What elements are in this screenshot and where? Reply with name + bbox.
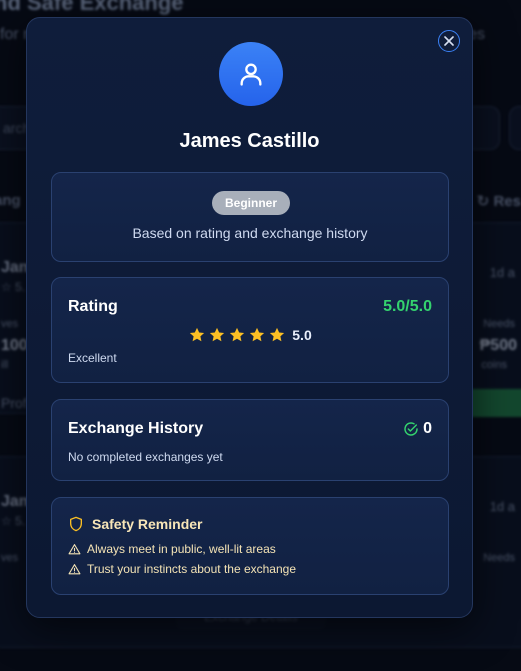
rating-score: 5.0/5.0 bbox=[383, 298, 432, 315]
tab-partial[interactable]: ang bbox=[0, 192, 21, 209]
rating-title: Rating bbox=[68, 298, 118, 315]
rating-stars: 5.0 bbox=[52, 326, 448, 344]
filter-button[interactable] bbox=[509, 106, 521, 150]
listing-time: 1d a bbox=[489, 265, 515, 280]
listing-needs-unit: coins bbox=[481, 359, 507, 371]
check-circle-icon bbox=[404, 422, 418, 436]
safety-title: Safety Reminder bbox=[92, 516, 203, 532]
warning-icon bbox=[68, 563, 81, 574]
shield-icon bbox=[70, 516, 82, 532]
star-icon bbox=[210, 327, 225, 342]
user-icon bbox=[240, 63, 262, 86]
listing-gives-label: ves bbox=[1, 552, 19, 564]
exchange-history-title: Exchange History bbox=[68, 420, 204, 437]
listing-needs-label: Needs bbox=[483, 552, 515, 564]
safety-item: Trust your instincts about the exchange bbox=[68, 562, 296, 576]
page-title: nd Safe Exchange bbox=[0, 0, 184, 15]
close-button[interactable] bbox=[438, 30, 460, 52]
listing-gives-amount: 100 bbox=[1, 337, 28, 354]
rating-value: 5.0 bbox=[292, 327, 312, 343]
listing-gives-label: ves bbox=[1, 318, 19, 330]
safety-item-text: Always meet in public, well-lit areas bbox=[87, 542, 276, 556]
safety-reminder-card: Safety Reminder Always meet in public, w… bbox=[51, 497, 449, 595]
listing-rating: ☆ 5. bbox=[1, 280, 26, 294]
level-badge: Beginner bbox=[212, 191, 290, 215]
user-name: James Castillo bbox=[179, 130, 320, 152]
listing-needs-label: Needs bbox=[483, 318, 515, 330]
warning-icon bbox=[68, 543, 81, 554]
listing-rating: ☆ 5. bbox=[1, 514, 26, 528]
star-icon bbox=[270, 327, 285, 342]
profile-link[interactable]: Prof bbox=[1, 395, 27, 411]
reset-button[interactable]: ↻ Res bbox=[477, 192, 521, 210]
star-icon bbox=[250, 327, 265, 342]
star-icon bbox=[190, 327, 205, 342]
level-description: Based on rating and exchange history bbox=[132, 225, 368, 241]
rating-card: Rating 5.0/5.0 5.0 Excellent bbox=[51, 277, 449, 383]
listing-needs-amount: ₱500 bbox=[479, 337, 517, 354]
exchange-count: 0 bbox=[403, 420, 432, 438]
user-profile-modal: James Castillo Beginner Based on rating … bbox=[26, 17, 473, 618]
safety-header: Safety Reminder bbox=[68, 516, 202, 532]
listing-time: 1d a bbox=[489, 499, 515, 514]
page-subtitle: for r bbox=[0, 26, 29, 43]
rating-label: Excellent bbox=[68, 351, 117, 365]
safety-item: Always meet in public, well-lit areas bbox=[68, 542, 276, 556]
avatar bbox=[219, 42, 283, 106]
listing-gives-unit: ill bbox=[1, 359, 9, 371]
safety-item-text: Trust your instincts about the exchange bbox=[87, 562, 297, 576]
exchange-count-value: 0 bbox=[423, 420, 432, 437]
star-icon bbox=[230, 327, 245, 342]
exchange-history-card: Exchange History 0 No completed exchange… bbox=[51, 399, 449, 481]
level-card: Beginner Based on rating and exchange hi… bbox=[51, 172, 449, 262]
close-icon bbox=[444, 36, 454, 46]
exchange-history-description: No completed exchanges yet bbox=[68, 450, 223, 464]
